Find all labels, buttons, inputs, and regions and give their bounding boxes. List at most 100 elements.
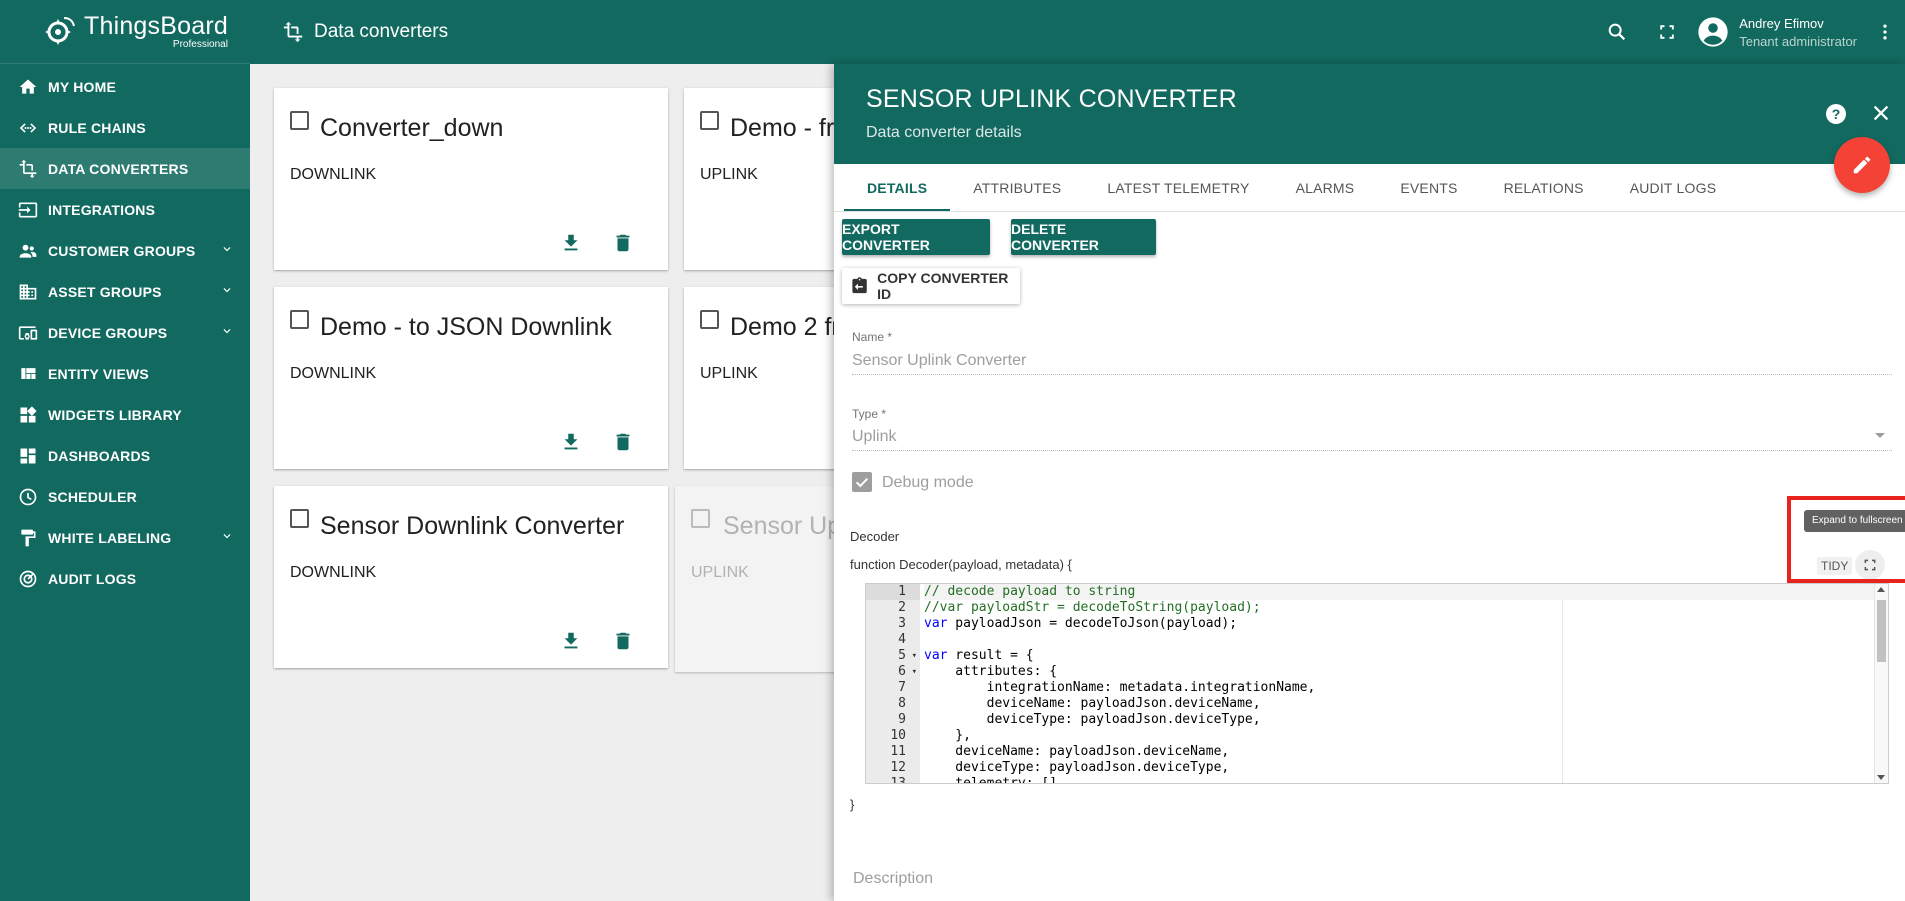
function-signature: function Decoder(payload, metadata) { [850,557,1072,572]
type-label: Type * [852,407,887,421]
sidebar-item-label: INTEGRATIONS [48,201,156,218]
sidebar-item-entity-views[interactable]: ENTITY VIEWS [0,353,250,394]
line-number: 4 [898,632,906,647]
sidebar-item-rule-chains[interactable]: RULE CHAINS [0,107,250,148]
delete-converter-button[interactable]: DELETE CONVERTER [1011,219,1156,255]
page-title-text: Data converters [314,21,449,42]
user-menu[interactable]: Andrey Efimov Tenant administrator [1697,16,1857,49]
widgets-icon [16,403,40,427]
scroll-down-arrow-icon[interactable] [1877,775,1885,780]
converter-card[interactable]: Sensor Downlink Converter DOWNLINK [274,486,668,668]
code-line: }, [924,728,971,743]
fullscreen-button[interactable] [1647,12,1687,52]
view-quilt-icon [16,362,40,386]
sidebar-item-label: DASHBOARDS [48,447,151,464]
sidebar-item-scheduler[interactable]: SCHEDULER [0,476,250,517]
sidebar-item-dashboards[interactable]: DASHBOARDS [0,435,250,476]
supervisor-account-icon [16,239,40,263]
card-type: DOWNLINK [290,365,377,382]
name-underline [852,374,1892,375]
scroll-up-arrow-icon[interactable] [1877,587,1885,592]
sidebar-item-customer-groups[interactable]: CUSTOMER GROUPS [0,230,250,271]
chevron-down-icon [220,529,234,546]
clipboard-icon [852,277,867,294]
type-select[interactable]: Uplink [852,428,896,446]
card-checkbox[interactable] [290,111,309,130]
sidebar-item-asset-groups[interactable]: ASSET GROUPS [0,271,250,312]
app-name: ThingsBoard [84,11,228,40]
card-checkbox[interactable] [691,509,710,528]
line-number: 2 [898,600,906,615]
sidebar-item-white-labeling[interactable]: WHITE LABELING [0,517,250,558]
line-number: 7 [898,680,906,695]
user-name: Andrey Efimov [1739,15,1824,31]
card-checkbox[interactable] [700,111,719,130]
type-underline [852,450,1892,451]
export-converter-button[interactable]: EXPORT CONVERTER [842,219,990,255]
search-icon [1608,23,1626,41]
copy-converter-id-button[interactable]: COPY CONVERTER ID [842,268,1020,304]
help-icon[interactable]: ? [1824,102,1848,131]
debug-mode-checkbox[interactable] [852,472,872,492]
delete-icon[interactable] [608,427,638,457]
tab-relations[interactable]: RELATIONS [1481,164,1607,211]
code-line: //var payloadStr = decodeToString(payloa… [924,600,1261,615]
tab-audit-logs[interactable]: AUDIT LOGS [1607,164,1740,211]
sidebar-item-label: RULE CHAINS [48,119,146,136]
fold-arrow-icon[interactable]: ▾ [912,664,917,680]
delete-icon[interactable] [608,228,638,258]
card-type: UPLINK [700,166,758,183]
download-icon[interactable] [556,427,586,457]
chevron-down-icon [220,242,234,259]
decoder-code-editor[interactable]: 1 2 3 4 5 ▾ 6 ▾ 7 8 9 10 11 12 13 // decod… [865,583,1889,784]
track-changes-icon [16,567,40,591]
function-end: } [850,797,855,812]
download-icon[interactable] [556,626,586,656]
sidebar-item-integrations[interactable]: INTEGRATIONS [0,189,250,230]
card-checkbox[interactable] [290,310,309,329]
sidebar-item-label: SCHEDULER [48,488,137,505]
home-icon [16,75,40,99]
sidebar-item-audit-logs[interactable]: AUDIT LOGS [0,558,250,599]
converter-card[interactable]: Converter_down DOWNLINK [274,88,668,270]
delete-icon[interactable] [608,626,638,656]
user-role: Tenant administrator [1739,33,1857,49]
copy-converter-id-label: COPY CONVERTER ID [877,270,1009,302]
name-input[interactable]: Sensor Uplink Converter [852,352,1026,370]
code-line: deviceType: payloadJson.deviceType, [924,712,1261,727]
sidebar-item-label: ASSET GROUPS [48,283,162,300]
editor-scrollbar[interactable] [1874,584,1888,783]
download-icon[interactable] [556,228,586,258]
scrollbar-thumb[interactable] [1877,600,1886,662]
close-icon[interactable] [1870,102,1892,129]
sidebar-item-data-converters[interactable]: DATA CONVERTERS [0,148,250,189]
sidebar-item-widgets-library[interactable]: WIDGETS LIBRARY [0,394,250,435]
converter-card[interactable]: Demo - to JSON Downlink DOWNLINK [274,287,668,469]
tab-events[interactable]: EVENTS [1377,164,1480,211]
tab-attributes[interactable]: ATTRIBUTES [950,164,1084,211]
description-label[interactable]: Description [853,870,933,888]
input-icon [16,198,40,222]
card-checkbox[interactable] [290,509,309,528]
sidebar-item-label: AUDIT LOGS [48,570,137,587]
line-number: 6 ▾ [898,664,917,680]
schedule-icon [16,485,40,509]
tab-details[interactable]: DETAILS [844,164,951,211]
sidebar-item-label: ENTITY VIEWS [48,365,149,382]
tab-alarms[interactable]: ALARMS [1273,164,1378,211]
sidebar-item-device-groups[interactable]: DEVICE GROUPS [0,312,250,353]
code-line: deviceName: payloadJson.deviceName, [924,696,1261,711]
domain-icon [16,280,40,304]
edit-button[interactable] [1834,137,1890,193]
card-checkbox[interactable] [700,310,719,329]
details-header: SENSOR UPLINK CONVERTER Data converter d… [834,64,1905,164]
search-button[interactable] [1597,12,1637,52]
logo[interactable]: ThingsBoard Professional [0,0,250,64]
more-menu-button[interactable] [1865,12,1905,52]
line-number: 11 [890,744,906,759]
sidebar-item-my-home[interactable]: MY HOME [0,66,250,107]
tab-latest-telemetry[interactable]: LATEST TELEMETRY [1084,164,1272,211]
transform-icon [283,21,303,43]
fold-arrow-icon[interactable]: ▾ [912,648,917,664]
more-vert-icon [1883,24,1887,40]
